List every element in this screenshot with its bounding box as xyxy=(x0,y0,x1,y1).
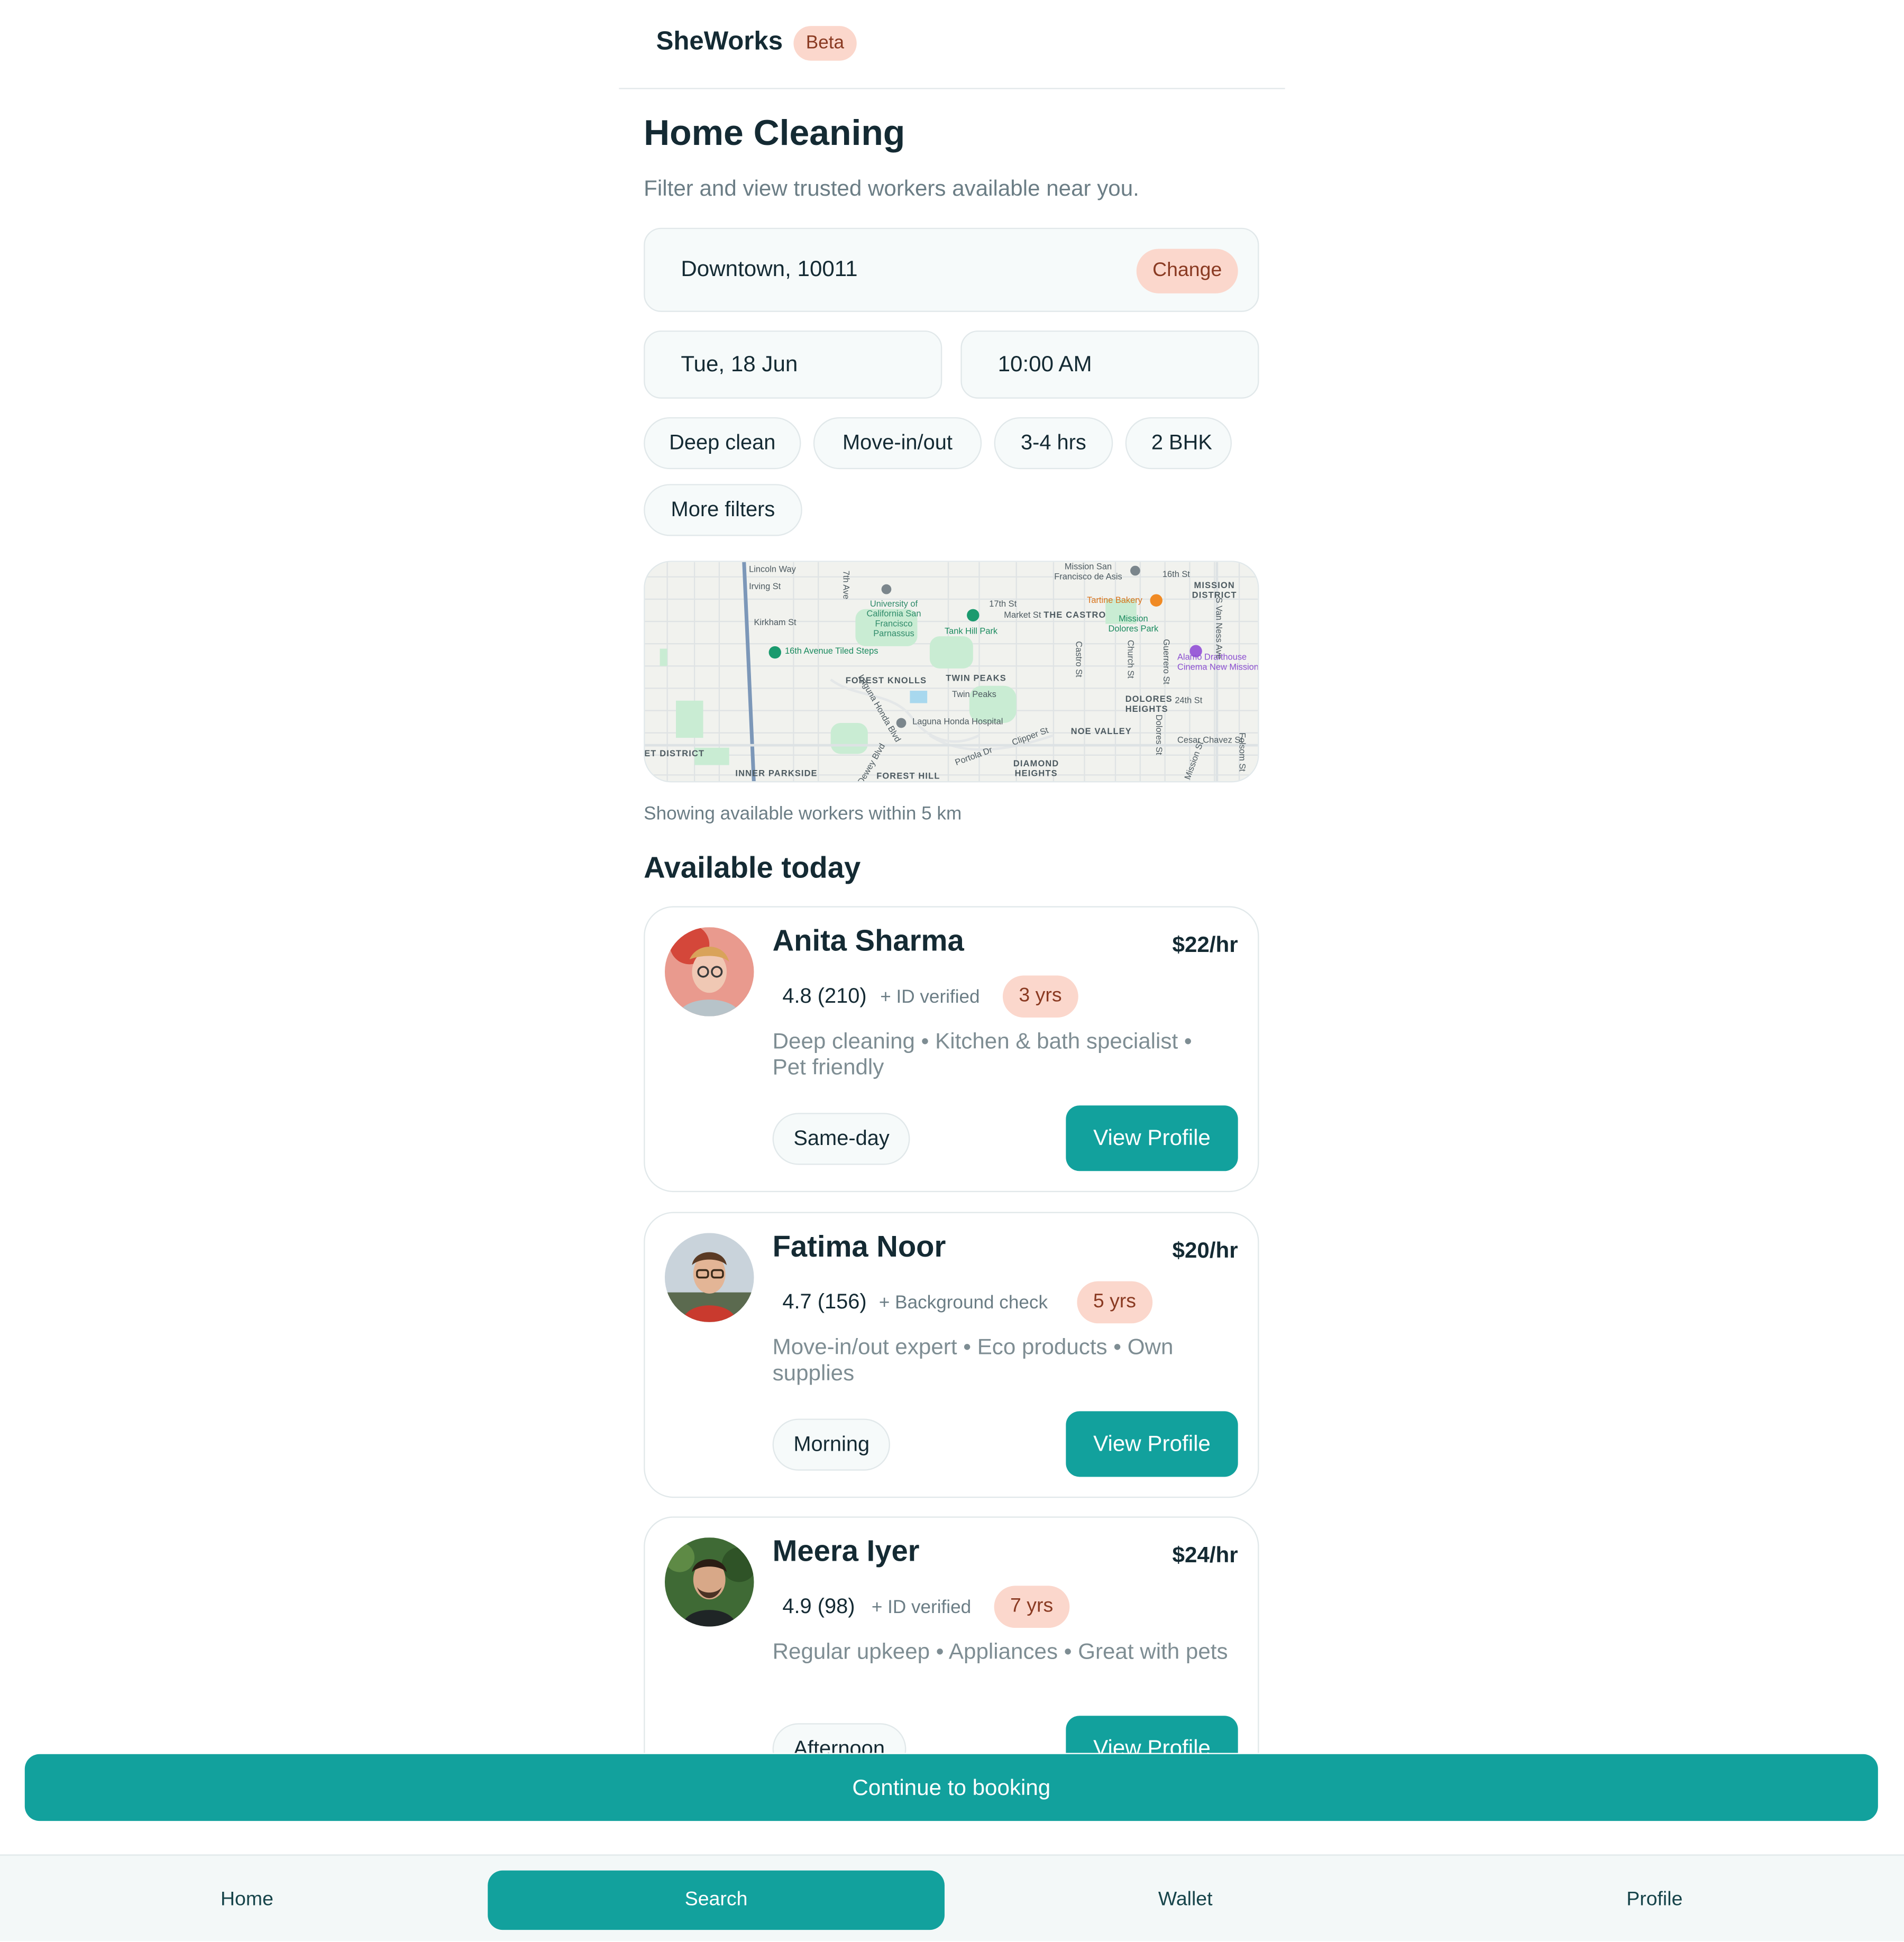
view-profile-button[interactable]: View Profile xyxy=(1066,1105,1238,1171)
worker-card[interactable]: Anita Sharma $22/hr 4.8 (210) + ID verif… xyxy=(644,906,1259,1193)
worker-tags: Deep cleaning • Kitchen & bath specialis… xyxy=(772,1029,1192,1080)
map-label-ucsf: University of California San Francisco P… xyxy=(866,600,921,639)
map-label-folsom-st: Folsom St xyxy=(1237,732,1246,772)
avatar-photo-icon xyxy=(664,927,754,1016)
worker-tags: Regular upkeep • Appliances • Great with… xyxy=(772,1639,1228,1664)
map-label-twin-peaks: Twin Peaks xyxy=(951,691,996,700)
map-label-24th-st: 24th St xyxy=(1175,697,1203,706)
availability-slot[interactable]: Morning xyxy=(772,1418,891,1471)
map-label-mission-san-francisco: Mission San Francisco de Asis xyxy=(1054,563,1122,582)
worker-tags: Move-in/out expert • Eco products • Own … xyxy=(772,1334,1174,1386)
worker-rating: 4.8 (210) xyxy=(782,984,867,1008)
worker-card[interactable]: Fatima Noor $20/hr 4.7 (156) + Backgroun… xyxy=(644,1212,1259,1498)
map-label-mission-dolores-park: Mission Dolores Park xyxy=(1108,615,1159,634)
nav-item-profile[interactable]: Profile xyxy=(1426,1871,1883,1930)
experience-badge: 5 yrs xyxy=(1077,1281,1152,1324)
map-label-dolores-heights: DOLORES HEIGHTS xyxy=(1125,695,1173,714)
map-label-guerrero-st: Guerrero St xyxy=(1161,639,1170,684)
worker-name: Fatima Noor xyxy=(772,1230,946,1264)
map-label-kirkham-st: Kirkham St xyxy=(754,619,797,628)
worker-price: $24/hr xyxy=(1172,1542,1238,1568)
map-label-diamond-heights: DIAMOND HEIGHTS xyxy=(1013,760,1059,779)
avatar xyxy=(664,927,754,1016)
page-subtitle: Filter and view trusted workers availabl… xyxy=(644,176,1139,201)
view-profile-button[interactable]: View Profile xyxy=(1066,1411,1238,1477)
map-label-castro-st: Castro St xyxy=(1073,641,1082,677)
map-label-s-van-ness-ave: S Van Ness Ave xyxy=(1213,597,1223,659)
map-label-noe-valley: NOE VALLEY xyxy=(1070,728,1132,737)
map-label-cesar-chavez-st: Cesar Chavez St xyxy=(1177,736,1243,746)
map-label-tank-hill: Tank Hill Park xyxy=(944,627,998,637)
worker-name: Meera Iyer xyxy=(772,1535,920,1569)
map-label-dolores-st: Dolores St xyxy=(1154,714,1162,755)
date-value: Tue, 18 Jun xyxy=(681,351,798,377)
time-field[interactable]: 10:00 AM xyxy=(960,330,1259,399)
beta-badge: Beta xyxy=(793,26,857,61)
location-field[interactable]: Downtown, 10011 Change xyxy=(644,227,1259,312)
map-label-17th-st: 17th St xyxy=(989,600,1017,609)
brand-name[interactable]: SheWorks xyxy=(656,27,783,57)
map-label-7th-ave: 7th Ave xyxy=(840,570,849,600)
experience-badge: 3 yrs xyxy=(1002,975,1078,1018)
nav-item-search[interactable]: Search xyxy=(488,1870,945,1930)
bottom-nav: Home Search Wallet Profile xyxy=(0,1854,1904,1941)
more-filters-button[interactable]: More filters xyxy=(644,484,802,536)
app-header: SheWorks Beta xyxy=(619,0,1285,89)
avatar-photo-icon xyxy=(664,1233,754,1322)
map-label-church-st: Church St xyxy=(1125,639,1134,679)
verification-label: + ID verified xyxy=(871,1597,972,1618)
map-label-irving-st: Irving St xyxy=(749,583,781,592)
section-title: Available today xyxy=(644,851,861,885)
map-caption: Showing available workers within 5 km xyxy=(644,803,962,825)
map-label-lincoln-way: Lincoln Way xyxy=(749,565,796,575)
map-view[interactable]: Lincoln Way Irving St Kirkham St Univers… xyxy=(644,561,1259,783)
nav-item-wallet[interactable]: Wallet xyxy=(957,1871,1414,1930)
map-label-market-st: Market St xyxy=(1004,611,1041,620)
availability-slot[interactable]: Same-day xyxy=(772,1113,911,1165)
map-label-tiled-steps: 16th Avenue Tiled Steps xyxy=(785,647,878,656)
avatar xyxy=(664,1233,754,1322)
continue-to-booking-button[interactable]: Continue to booking xyxy=(24,1754,1878,1821)
avatar xyxy=(664,1537,754,1627)
worker-rating: 4.9 (98) xyxy=(782,1594,855,1618)
time-value: 10:00 AM xyxy=(997,351,1092,377)
filter-chip-deep-clean[interactable]: Deep clean xyxy=(644,417,801,470)
map-label-laguna-honda-hospital: Laguna Honda Hospital xyxy=(912,718,1003,727)
experience-badge: 7 yrs xyxy=(994,1586,1069,1628)
map-label-twin-peaks-district: TWIN PEAKS xyxy=(946,674,1006,684)
map-label-16th-st: 16th St xyxy=(1162,571,1190,580)
location-value: Downtown, 10011 xyxy=(681,256,858,281)
page-title: Home Cleaning xyxy=(644,114,905,154)
filter-chip-move-in-out[interactable]: Move-in/out xyxy=(813,417,982,470)
verification-label: + Background check xyxy=(878,1292,1048,1314)
filter-chip-size[interactable]: 2 BHK xyxy=(1125,417,1232,470)
worker-price: $22/hr xyxy=(1172,932,1238,957)
date-field[interactable]: Tue, 18 Jun xyxy=(644,330,942,399)
verification-label: + ID verified xyxy=(880,986,980,1008)
change-location-button[interactable]: Change xyxy=(1136,249,1238,294)
map-label-the-castro: THE CASTRO xyxy=(1043,611,1106,620)
worker-rating: 4.7 (156) xyxy=(782,1290,867,1314)
worker-price: $20/hr xyxy=(1172,1238,1238,1263)
filter-chip-duration[interactable]: 3-4 hrs xyxy=(994,417,1113,470)
map-label-inner-parkside: INNER PARKSIDE xyxy=(735,770,818,779)
worker-name: Anita Sharma xyxy=(772,924,964,958)
avatar-photo-icon xyxy=(664,1537,754,1627)
map-label-forest-hill: FOREST HILL xyxy=(876,772,940,781)
nav-item-home[interactable]: Home xyxy=(19,1871,475,1930)
map-label-tartine-bakery: Tartine Bakery xyxy=(1087,597,1142,606)
map-label-sunset-district: SUNSET DISTRICT xyxy=(644,750,705,759)
